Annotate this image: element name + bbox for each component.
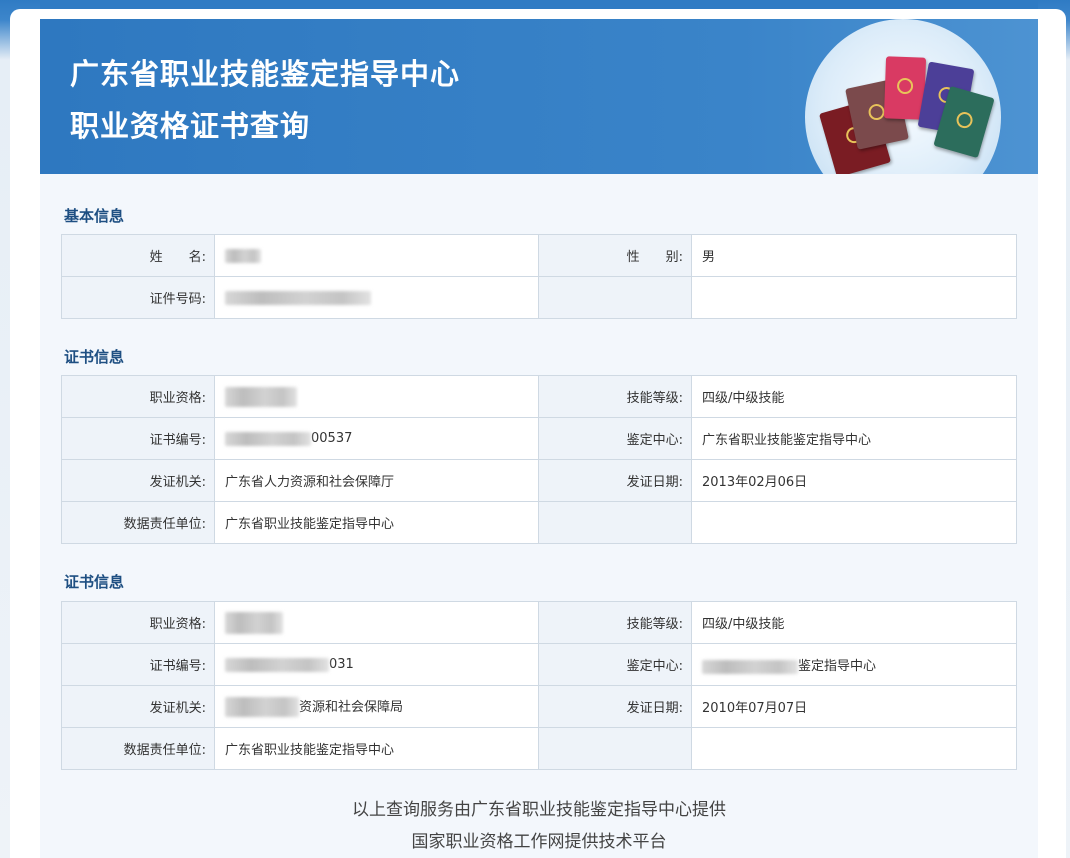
footer-platform-text: 国家职业资格工作网提供技术平台 bbox=[40, 827, 1038, 852]
footer-provider-text: 以上查询服务由广东省职业技能鉴定指导中心提供 bbox=[40, 795, 1038, 820]
redacted-id bbox=[225, 291, 371, 305]
redacted-cert-no bbox=[225, 658, 329, 672]
cert-no-label: 证书编号: bbox=[62, 644, 215, 686]
certificate-table-2: 职业资格: 技能等级: 四级/中级技能 证书编号: 031 鉴定中心: 鉴定指导… bbox=[61, 601, 1017, 770]
table-row: 姓 名: 性 别: 男 bbox=[62, 235, 1017, 277]
banner-title-org: 广东省职业技能鉴定指导中心 bbox=[70, 51, 460, 93]
issuer-label: 发证机关: bbox=[62, 686, 215, 728]
date-label: 发证日期: bbox=[539, 460, 692, 502]
table-row: 发证机关: 资源和社会保障局 发证日期: 2010年07月07日 bbox=[62, 686, 1017, 728]
empty-label-cell bbox=[539, 502, 692, 544]
cert-no-value: 00537 bbox=[215, 418, 539, 460]
section-title-cert-1: 证书信息 bbox=[64, 346, 124, 367]
center-value: 鉴定指导中心 bbox=[692, 644, 1017, 686]
cert-no-label: 证书编号: bbox=[62, 418, 215, 460]
banner-title-page: 职业资格证书查询 bbox=[70, 103, 310, 145]
certificate-table-1: 职业资格: 技能等级: 四级/中级技能 证书编号: 00537 鉴定中心: 广东… bbox=[61, 375, 1017, 544]
level-label: 技能等级: bbox=[539, 376, 692, 418]
table-row: 数据责任单位: 广东省职业技能鉴定指导中心 bbox=[62, 728, 1017, 770]
date-label: 发证日期: bbox=[539, 686, 692, 728]
date-value: 2013年02月06日 bbox=[692, 460, 1017, 502]
level-value: 四级/中级技能 bbox=[692, 602, 1017, 644]
empty-value-cell bbox=[692, 277, 1017, 319]
issuer-value: 广东省人力资源和社会保障厅 bbox=[215, 460, 539, 502]
redacted-name bbox=[225, 249, 261, 263]
qualification-label: 职业资格: bbox=[62, 602, 215, 644]
issuer-label: 发证机关: bbox=[62, 460, 215, 502]
table-row: 证书编号: 031 鉴定中心: 鉴定指导中心 bbox=[62, 644, 1017, 686]
empty-value-cell bbox=[692, 502, 1017, 544]
empty-value-cell bbox=[692, 728, 1017, 770]
basic-info-table: 姓 名: 性 别: 男 证件号码: bbox=[61, 234, 1017, 319]
qualification-value bbox=[215, 376, 539, 418]
empty-label-cell bbox=[539, 728, 692, 770]
center-label: 鉴定中心: bbox=[539, 418, 692, 460]
table-row: 证书编号: 00537 鉴定中心: 广东省职业技能鉴定指导中心 bbox=[62, 418, 1017, 460]
level-value: 四级/中级技能 bbox=[692, 376, 1017, 418]
redacted-center bbox=[702, 660, 798, 674]
header-banner: 广东省职业技能鉴定指导中心 职业资格证书查询 bbox=[40, 19, 1038, 174]
section-title-cert-2: 证书信息 bbox=[64, 571, 124, 592]
table-row: 证件号码: bbox=[62, 277, 1017, 319]
center-value: 广东省职业技能鉴定指导中心 bbox=[692, 418, 1017, 460]
responsible-value: 广东省职业技能鉴定指导中心 bbox=[215, 728, 539, 770]
table-row: 数据责任单位: 广东省职业技能鉴定指导中心 bbox=[62, 502, 1017, 544]
responsible-value: 广东省职业技能鉴定指导中心 bbox=[215, 502, 539, 544]
certificate-books-icon bbox=[805, 19, 1001, 174]
gender-label: 性 别: bbox=[539, 235, 692, 277]
responsible-label: 数据责任单位: bbox=[62, 728, 215, 770]
redacted-issuer bbox=[225, 697, 299, 717]
qualification-value bbox=[215, 602, 539, 644]
level-label: 技能等级: bbox=[539, 602, 692, 644]
query-result-panel: 广东省职业技能鉴定指导中心 职业资格证书查询 基本信息 姓 名: 性 别: 男 … bbox=[40, 19, 1038, 858]
qualification-label: 职业资格: bbox=[62, 376, 215, 418]
name-label: 姓 名: bbox=[62, 235, 215, 277]
section-title-basic: 基本信息 bbox=[64, 205, 124, 226]
table-row: 职业资格: 技能等级: 四级/中级技能 bbox=[62, 602, 1017, 644]
redacted-qualification bbox=[225, 387, 297, 407]
table-row: 发证机关: 广东省人力资源和社会保障厅 发证日期: 2013年02月06日 bbox=[62, 460, 1017, 502]
id-label: 证件号码: bbox=[62, 277, 215, 319]
gender-value: 男 bbox=[692, 235, 1017, 277]
redacted-cert-no bbox=[225, 432, 311, 446]
table-row: 职业资格: 技能等级: 四级/中级技能 bbox=[62, 376, 1017, 418]
center-label: 鉴定中心: bbox=[539, 644, 692, 686]
cert-no-value: 031 bbox=[215, 644, 539, 686]
empty-label-cell bbox=[539, 277, 692, 319]
redacted-qualification bbox=[225, 612, 283, 634]
name-value bbox=[215, 235, 539, 277]
responsible-label: 数据责任单位: bbox=[62, 502, 215, 544]
id-value bbox=[215, 277, 539, 319]
date-value: 2010年07月07日 bbox=[692, 686, 1017, 728]
issuer-value: 资源和社会保障局 bbox=[215, 686, 539, 728]
